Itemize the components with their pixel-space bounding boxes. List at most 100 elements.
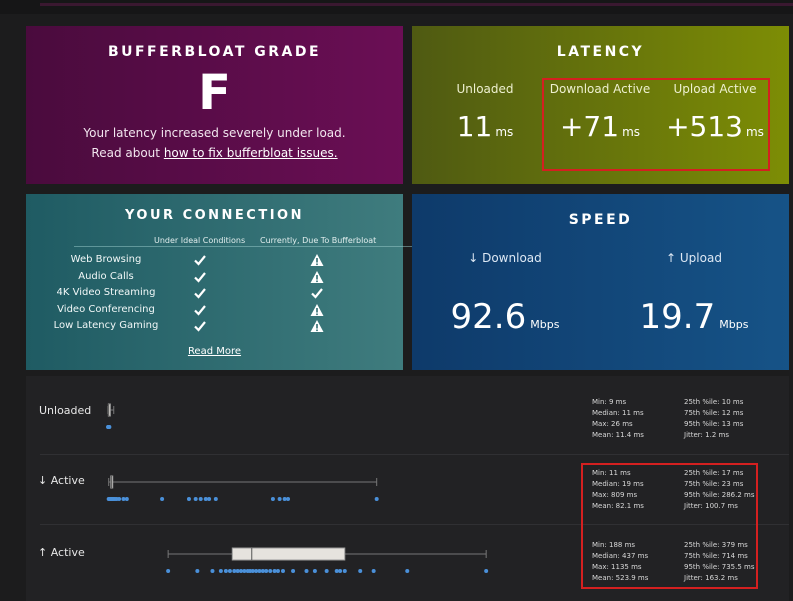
upload-active-iqr-box xyxy=(231,547,346,561)
upload-active-sample-point xyxy=(342,569,347,573)
row-label-download-active: ↓ Active xyxy=(38,474,85,487)
stat-max: Max: 26 ms xyxy=(592,420,633,428)
top-bar xyxy=(0,0,793,14)
connection-row: Video Conferencing xyxy=(26,304,403,320)
row-label-unloaded: Unloaded xyxy=(39,404,92,417)
connection-row: Web Browsing xyxy=(26,254,403,270)
speed-upload: ↑ Upload 19.7 Mbps xyxy=(604,251,784,337)
top-stripe xyxy=(40,3,793,6)
bufferbloat-grade-card: BUFFERBLOAT GRADE F Your latency increas… xyxy=(26,26,403,184)
connection-row-name: 4K Video Streaming xyxy=(56,287,156,298)
download-active-sample-point xyxy=(198,497,203,501)
upload-active-sample-point xyxy=(264,569,269,573)
download-active-sample-point xyxy=(374,497,379,501)
read-more-link[interactable]: Read More xyxy=(188,346,241,357)
connection-row-name: Audio Calls xyxy=(78,271,134,282)
stat-p25: 25th %ile: 10 ms xyxy=(684,398,744,406)
speed-upload-label: ↑ Upload xyxy=(666,251,722,265)
connection-row: 4K Video Streaming xyxy=(26,287,403,303)
latency-unloaded-unit: ms xyxy=(495,125,514,139)
connection-row: Audio Calls xyxy=(26,271,403,287)
download-active-sample-point xyxy=(186,497,191,501)
upload-active-sample-point xyxy=(268,569,273,573)
col-ideal-header: Under Ideal Conditions xyxy=(154,236,246,245)
speed-download-value-wrap: 92.6 Mbps xyxy=(415,297,595,337)
download-active-sample-point xyxy=(124,497,129,501)
row-label-upload-active: ↑ Active xyxy=(38,546,85,559)
upload-active-sample-point xyxy=(371,569,376,573)
row-divider xyxy=(40,454,789,455)
stat-min: Min: 9 ms xyxy=(592,398,627,406)
upload-active-sample-point xyxy=(195,569,200,573)
fix-bufferbloat-link[interactable]: how to fix bufferbloat issues. xyxy=(164,146,338,160)
connection-row-name: Web Browsing xyxy=(70,254,142,265)
connection-title: YOUR CONNECTION xyxy=(124,208,304,223)
speed-download-value: 92.6 xyxy=(450,297,527,337)
check-icon xyxy=(194,321,206,332)
upload-active-sample-point xyxy=(223,569,228,573)
latency-distribution-chart: Unloaded ↓ Active ↑ Active Min: 9 ms Med… xyxy=(26,376,789,601)
latency-unloaded-value-wrap: 11 ms xyxy=(425,110,545,143)
latency-highlight-box xyxy=(542,78,770,171)
check-icon xyxy=(311,288,323,299)
latency-unloaded-value: 11 xyxy=(456,110,493,143)
check-icon xyxy=(194,272,206,283)
speed-download-label: ↓ Download xyxy=(468,251,542,265)
read-about-prefix: Read about xyxy=(91,146,164,160)
unloaded-sample-point xyxy=(107,425,112,429)
upload-active-sample-point xyxy=(304,569,309,573)
latency-unloaded: Unloaded 11 ms xyxy=(425,82,545,143)
grade-description: Your latency increased severely under lo… xyxy=(83,126,346,140)
upload-active-sample-point xyxy=(218,569,223,573)
check-icon xyxy=(194,255,206,266)
check-icon xyxy=(194,288,206,299)
upload-active-sample-point xyxy=(484,569,489,573)
warning-icon xyxy=(310,271,324,283)
stat-p75: 75th %ile: 12 ms xyxy=(684,409,744,417)
download-active-sample-point xyxy=(286,497,291,501)
your-connection-card: YOUR CONNECTION Under Ideal Conditions C… xyxy=(26,194,412,370)
upload-active-sample-point xyxy=(275,569,280,573)
upload-active-sample-point xyxy=(338,569,343,573)
check-icon xyxy=(194,305,206,316)
stats-highlight-box xyxy=(581,463,758,589)
upload-active-sample-point xyxy=(280,569,285,573)
download-active-sample-point xyxy=(117,497,122,501)
stat-mean: Mean: 11.4 ms xyxy=(592,431,644,439)
warning-icon xyxy=(310,304,324,316)
grade-read-about: Read about how to fix bufferbloat issues… xyxy=(26,146,403,160)
speed-title: SPEED xyxy=(568,212,633,228)
warning-icon xyxy=(310,254,324,266)
connection-row: Low Latency Gaming xyxy=(26,320,403,336)
unloaded-stats-left: Min: 9 ms Median: 11 ms Max: 26 ms Mean:… xyxy=(592,397,644,441)
upload-active-sample-point xyxy=(166,569,171,573)
download-active-sample-point xyxy=(277,497,282,501)
upload-active-sample-point xyxy=(227,569,232,573)
warning-icon xyxy=(310,320,324,332)
unloaded-stats-right: 25th %ile: 10 ms 75th %ile: 12 ms 95th %… xyxy=(684,397,743,441)
download-active-sample-point xyxy=(213,497,218,501)
upload-active-sample-point xyxy=(312,569,317,573)
stat-median: Median: 11 ms xyxy=(592,409,644,417)
grade-letter: F xyxy=(198,65,231,121)
upload-active-sample-point xyxy=(405,569,410,573)
latency-title: LATENCY xyxy=(556,44,645,60)
read-more-wrap: Read More xyxy=(26,346,403,357)
speed-upload-unit: Mbps xyxy=(719,318,749,331)
upload-active-sample-point xyxy=(358,569,363,573)
download-active-sample-point xyxy=(207,497,212,501)
latency-unloaded-label: Unloaded xyxy=(456,82,514,96)
grade-title: BUFFERBLOAT GRADE xyxy=(107,44,322,60)
upload-active-sample-point xyxy=(324,569,329,573)
connection-row-name: Low Latency Gaming xyxy=(53,320,159,331)
upload-active-sample-point xyxy=(291,569,296,573)
stat-jitter: Jitter: 1.2 ms xyxy=(684,431,729,439)
col-current-header: Currently, Due To Bufferbloat xyxy=(260,236,377,245)
connection-row-name: Video Conferencing xyxy=(57,304,155,315)
download-active-sample-point xyxy=(193,497,198,501)
speed-upload-value-wrap: 19.7 Mbps xyxy=(604,297,784,337)
speed-upload-value: 19.7 xyxy=(639,297,716,337)
connection-header-divider xyxy=(74,246,412,247)
speed-download: ↓ Download 92.6 Mbps xyxy=(415,251,595,337)
upload-active-sample-point xyxy=(210,569,215,573)
